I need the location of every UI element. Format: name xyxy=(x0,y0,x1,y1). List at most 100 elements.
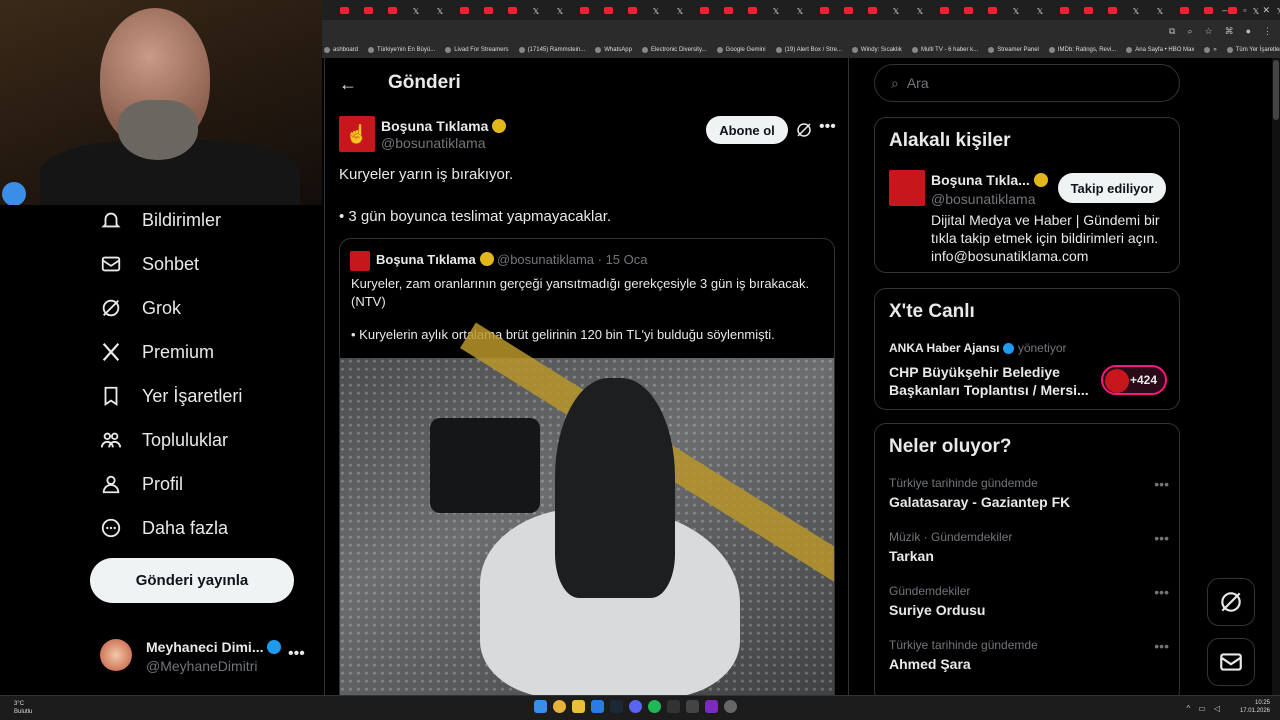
bookmark-item[interactable]: ashboard xyxy=(324,47,358,53)
network-icon[interactable]: ▭ xyxy=(1198,704,1206,713)
minimize-button[interactable]: – xyxy=(1222,5,1227,15)
browser-tab[interactable]: 𝕏 xyxy=(548,0,572,20)
account-switcher[interactable]: Meyhaneci Dimi... @MeyhaneDimitri ••• xyxy=(100,633,310,677)
discord-icon[interactable] xyxy=(629,700,642,713)
subscribe-button[interactable]: Abone ol xyxy=(706,116,788,144)
nav-item-grok[interactable]: Grok xyxy=(100,297,181,319)
app-icon[interactable] xyxy=(724,700,737,713)
browser-tab[interactable] xyxy=(332,0,356,20)
following-button[interactable]: Takip ediliyor xyxy=(1058,173,1166,203)
star-icon[interactable]: ☆ xyxy=(1204,26,1212,37)
steam-icon[interactable] xyxy=(610,700,623,713)
scrollbar-thumb[interactable] xyxy=(1273,60,1279,120)
browser-tab[interactable] xyxy=(932,0,956,20)
bookmark-item[interactable]: WhatsApp xyxy=(595,47,632,53)
bookmark-item[interactable]: » xyxy=(1204,47,1217,53)
bookmark-item[interactable]: IMDb: Ratings, Revi... xyxy=(1048,47,1116,53)
volume-icon[interactable]: ◁ xyxy=(1214,704,1220,713)
nav-item-notifications[interactable]: Bildirimler xyxy=(100,209,221,231)
browser-tab[interactable] xyxy=(1052,0,1076,20)
bookmark-item[interactable]: Tüm Yer İşaretleri xyxy=(1226,47,1280,53)
browser-tab[interactable] xyxy=(620,0,644,20)
post-photo[interactable] xyxy=(340,322,834,695)
browser-tab[interactable] xyxy=(596,0,620,20)
author-avatar[interactable]: ☝ xyxy=(339,116,375,152)
account-more-icon[interactable]: ••• xyxy=(288,645,305,663)
trend-item[interactable]: Gündemdekiler Suriye Ordusu ••• xyxy=(889,584,1169,618)
app-icon[interactable] xyxy=(591,700,604,713)
browser-tab[interactable] xyxy=(980,0,1004,20)
browser-tab[interactable]: 𝕏 xyxy=(764,0,788,20)
browser-tab[interactable] xyxy=(452,0,476,20)
zoom-icon[interactable]: ⌕ xyxy=(1187,26,1192,37)
search-input[interactable]: ⌕ Ara xyxy=(874,64,1180,102)
bookmark-item[interactable]: Multi TV - 6 haber k... xyxy=(911,47,978,53)
browser-tab[interactable] xyxy=(836,0,860,20)
related-avatar[interactable] xyxy=(889,170,925,206)
chevron-up-icon[interactable]: ^ xyxy=(1187,704,1191,713)
browser-tab[interactable] xyxy=(740,0,764,20)
browser-tab[interactable] xyxy=(572,0,596,20)
browser-tab[interactable] xyxy=(1076,0,1100,20)
nav-item-chat[interactable]: Sohbet xyxy=(100,253,199,275)
live-listeners-badge[interactable]: +424 xyxy=(1101,365,1167,395)
browser-tab[interactable] xyxy=(356,0,380,20)
browser-tab[interactable]: 𝕏 xyxy=(788,0,812,20)
trend-item[interactable]: Türkiye tarihinde gündemde Galatasaray -… xyxy=(889,476,1169,510)
bookmark-item[interactable]: Streamer Panel xyxy=(988,47,1039,53)
bookmark-item[interactable]: Google Gemini xyxy=(716,47,766,53)
trend-more-icon[interactable]: ••• xyxy=(1154,638,1169,654)
clock[interactable]: 10:25 17.01.2026 xyxy=(1240,699,1270,715)
screenshot-icon[interactable]: ⧉ xyxy=(1169,26,1175,37)
bookmark-item[interactable]: Livad For Streamers xyxy=(445,47,509,53)
live-stream-title[interactable]: CHP Büyükşehir Belediye Başkanları Topla… xyxy=(889,363,1089,399)
trend-more-icon[interactable]: ••• xyxy=(1154,530,1169,546)
browser-tab[interactable] xyxy=(1100,0,1124,20)
browser-tab[interactable] xyxy=(1172,0,1196,20)
bookmark-item[interactable]: Ana Sayfa • HBO Max xyxy=(1126,47,1194,53)
app-icon[interactable] xyxy=(705,700,718,713)
browser-tab[interactable] xyxy=(380,0,404,20)
nav-item-communities[interactable]: Topluluklar xyxy=(100,429,228,451)
bookmark-item[interactable]: Electronic Diversity... xyxy=(641,47,707,53)
bookmark-item[interactable]: Windy: Sıcaklık xyxy=(851,47,902,53)
bookmark-item[interactable]: (17145) Rammstein... xyxy=(518,47,585,53)
trend-more-icon[interactable]: ••• xyxy=(1154,584,1169,600)
nav-item-profile[interactable]: Profil xyxy=(100,473,183,495)
epic-icon[interactable] xyxy=(667,700,680,713)
profile-icon[interactable]: ● xyxy=(1246,26,1251,36)
browser-tab[interactable]: 𝕏 xyxy=(1148,0,1172,20)
maximize-button[interactable]: ▫ xyxy=(1243,5,1246,15)
browser-tab[interactable]: 𝕏 xyxy=(884,0,908,20)
folder-icon[interactable] xyxy=(572,700,585,713)
spotify-icon[interactable] xyxy=(648,700,661,713)
browser-tab[interactable] xyxy=(1196,0,1220,20)
browser-tab[interactable]: 𝕏 xyxy=(428,0,452,20)
live-source[interactable]: ANKA Haber Ajansı yönetiyor xyxy=(889,341,1067,355)
browser-tab[interactable] xyxy=(860,0,884,20)
bookmark-item[interactable]: Türkiye'nin En Büyü... xyxy=(368,47,435,53)
chrome-icon[interactable] xyxy=(553,700,566,713)
browser-tab[interactable]: 𝕏 xyxy=(644,0,668,20)
trend-item[interactable]: Türkiye tarihinde gündemde Ahmed Şara ••… xyxy=(889,638,1169,672)
weather-widget[interactable]: 3°C Bulutlu xyxy=(14,700,32,716)
browser-tab[interactable] xyxy=(500,0,524,20)
trend-more-icon[interactable]: ••• xyxy=(1154,476,1169,492)
post-button[interactable]: Gönderi yayınla xyxy=(90,558,294,603)
browser-tab[interactable]: 𝕏 xyxy=(524,0,548,20)
grok-icon[interactable] xyxy=(795,121,813,139)
bookmark-item[interactable]: (19) Alert Box / Stre... xyxy=(775,47,842,53)
extensions-icon[interactable]: ⌘ xyxy=(1225,26,1234,37)
nav-item-more[interactable]: Daha fazla xyxy=(100,517,228,539)
post-more-icon[interactable]: ••• xyxy=(819,118,836,136)
messages-fab-button[interactable] xyxy=(1207,638,1255,686)
close-window-button[interactable]: ✕ xyxy=(1262,5,1270,16)
browser-tab[interactable]: 𝕏 xyxy=(1028,0,1052,20)
browser-tab[interactable]: 𝕏 xyxy=(1124,0,1148,20)
grok-fab-button[interactable] xyxy=(1207,578,1255,626)
back-arrow-icon[interactable]: ← xyxy=(339,74,357,95)
menu-icon[interactable]: ⋮ xyxy=(1263,26,1272,37)
browser-tab[interactable] xyxy=(812,0,836,20)
browser-tab[interactable] xyxy=(956,0,980,20)
author-name[interactable]: Boşuna Tıklama xyxy=(381,118,507,134)
